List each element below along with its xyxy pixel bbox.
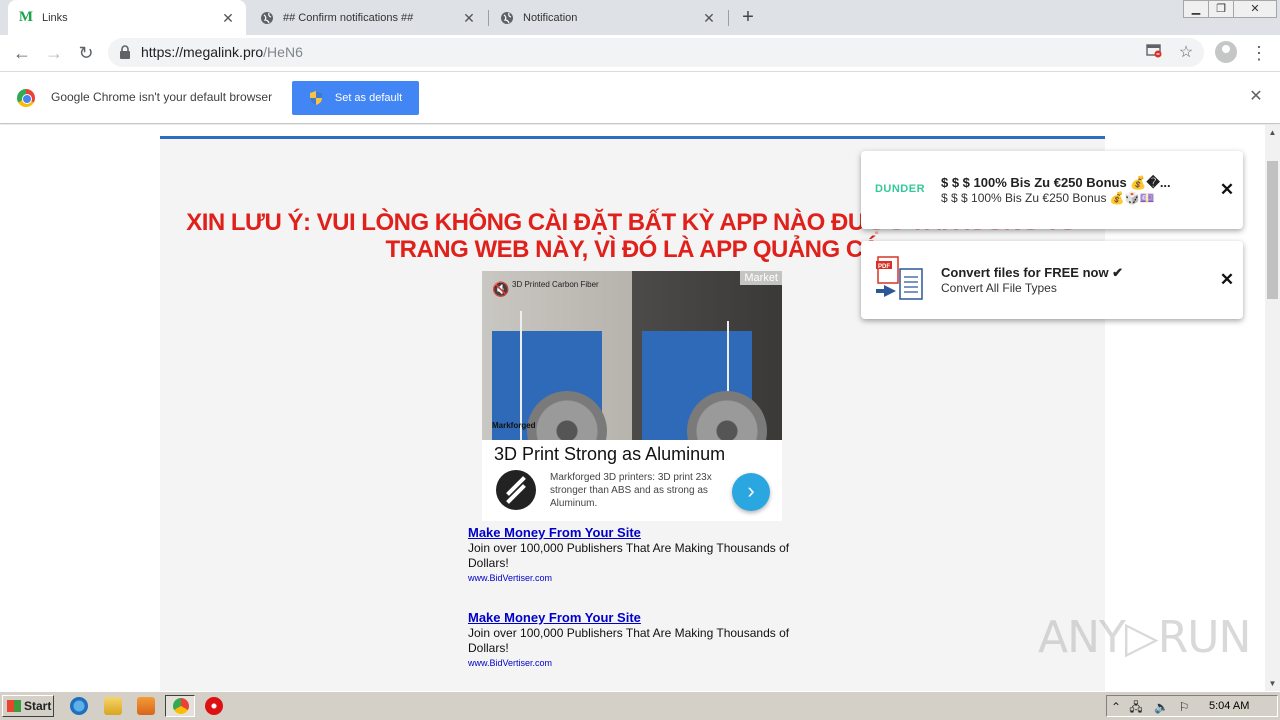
volume-icon[interactable]: 🔈 <box>1154 700 1169 714</box>
page-scrollbar[interactable]: ▲ ▼ <box>1265 125 1280 691</box>
set-as-default-label: Set as default <box>334 92 403 104</box>
set-as-default-button[interactable]: Set as default <box>292 81 419 115</box>
text-ad-title-link[interactable]: Make Money From Your Site <box>468 610 808 625</box>
browser-toolbar: ← → ↻ https://megalink.pro/HeN6 ☆ ⋮ <box>0 35 1280 71</box>
notification-title: Convert files for FREE now ✔ <box>941 265 1124 280</box>
close-tab-icon[interactable]: ✕ <box>220 10 236 26</box>
ad-image-caption: 3D Printed Carbon Fiber <box>512 280 599 289</box>
markforged-logo-icon <box>496 470 536 510</box>
url-path: /HeN6 <box>263 44 303 60</box>
chevron-right-icon[interactable]: › <box>732 473 770 511</box>
close-icon[interactable]: ✕ <box>1219 271 1235 289</box>
ad-image[interactable]: 🔇 3D Printed Carbon Fiber Markforged Mar… <box>482 271 782 440</box>
ad-image-brand: Markforged <box>492 421 536 430</box>
reload-button[interactable]: ↻ <box>74 41 98 65</box>
market-label: Market <box>740 271 782 285</box>
bookmark-star-icon[interactable]: ☆ <box>1177 44 1195 62</box>
start-label: Start <box>24 699 52 713</box>
warning-line-1: XIN LƯU Ý: VUI LÒNG KHÔNG CÀI ĐẶT BẤT KỲ… <box>186 209 868 236</box>
infobar-close-icon[interactable]: ✕ <box>1247 88 1265 106</box>
taskbar-clock[interactable]: 5:04 AM <box>1209 700 1249 712</box>
tray-expand-icon[interactable]: ⌃ <box>1109 700 1123 714</box>
infobar-message: Google Chrome isn't your default browser <box>51 90 273 104</box>
back-button[interactable]: ← <box>10 41 34 65</box>
text-ad: Make Money From Your Site Join over 100,… <box>468 525 808 583</box>
minimize-button[interactable]: ▁ <box>1183 0 1209 18</box>
text-ad-body: Join over 100,000 Publishers That Are Ma… <box>468 626 790 655</box>
globe-icon <box>499 10 515 26</box>
profile-avatar[interactable] <box>1215 41 1237 63</box>
chrome-logo-icon <box>17 89 35 107</box>
text-ad-url-link[interactable]: www.BidVertiser.com <box>468 658 808 668</box>
url-host: https://megalink.pro <box>141 44 264 60</box>
restore-button[interactable]: ❐ <box>1208 0 1234 18</box>
popup-blocked-icon[interactable] <box>1145 44 1163 62</box>
tab-links[interactable]: M Links ✕ <box>8 0 246 35</box>
chrome-menu-icon[interactable]: ⋮ <box>1250 41 1268 65</box>
text-ad-body: Join over 100,000 Publishers That Are Ma… <box>468 541 790 570</box>
tab-confirm-notifications[interactable]: ## Confirm notifications ## ✕ <box>249 0 487 35</box>
close-icon[interactable]: ✕ <box>1219 181 1235 199</box>
chrome-taskbar-button[interactable] <box>165 695 195 717</box>
text-ad-url-link[interactable]: www.BidVertiser.com <box>468 573 808 583</box>
dunder-logo-text: DUNDER <box>874 183 926 195</box>
url-text: https://megalink.pro/HeN6 <box>141 44 303 60</box>
letter-m-icon: M <box>18 9 34 25</box>
notification-body: Convert All File Types <box>941 281 1057 295</box>
mute-icon[interactable]: 🔇 <box>492 281 509 298</box>
windows-flag-icon <box>7 700 21 712</box>
tab-title: Notification <box>523 11 578 24</box>
notification-body: $ $ $ 100% Bis Zu €250 Bonus 💰🎲💷 <box>941 191 1155 205</box>
scroll-thumb[interactable] <box>1267 161 1278 299</box>
tab-notification[interactable]: Notification ✕ <box>489 0 727 35</box>
windows-taskbar: Start ⌃ 🖧 🔈 ⚐ 5:04 AM <box>0 691 1280 720</box>
notification-popup[interactable]: PDF Convert files for FREE now ✔ Convert… <box>861 241 1243 319</box>
internet-explorer-icon[interactable] <box>70 697 88 715</box>
media-player-icon[interactable] <box>137 697 155 715</box>
tab-strip: M Links ✕ ## Confirm notifications ## ✕ … <box>0 0 1280 35</box>
display-ad[interactable]: 🔇 3D Printed Carbon Fiber Markforged Mar… <box>482 271 782 521</box>
forward-button[interactable]: → <box>42 41 66 65</box>
tab-title: Links <box>42 11 68 24</box>
start-button[interactable]: Start <box>2 695 54 717</box>
notification-title: $ $ $ 100% Bis Zu €250 Bonus 💰�... <box>941 175 1171 190</box>
ad-headline[interactable]: 3D Print Strong as Aluminum <box>494 444 725 465</box>
network-icon[interactable]: 🖧 <box>1129 700 1143 714</box>
tab-separator <box>728 10 729 26</box>
default-browser-infobar: Google Chrome isn't your default browser… <box>0 71 1280 124</box>
close-tab-icon[interactable]: ✕ <box>461 10 477 26</box>
system-tray: ⌃ 🖧 🔈 ⚐ 5:04 AM <box>1106 695 1278 717</box>
notification-popup[interactable]: DUNDER $ $ $ 100% Bis Zu €250 Bonus 💰�..… <box>861 151 1243 229</box>
text-ad-title-link[interactable]: Make Money From Your Site <box>468 525 808 540</box>
tab-title: ## Confirm notifications ## <box>283 11 414 24</box>
text-ad: Make Money From Your Site Join over 100,… <box>468 610 808 668</box>
close-tab-icon[interactable]: ✕ <box>701 10 717 26</box>
globe-icon <box>259 10 275 26</box>
new-tab-button[interactable]: + <box>737 6 759 28</box>
pdf-convert-icon: PDF <box>873 256 927 300</box>
address-bar[interactable]: https://megalink.pro/HeN6 ☆ <box>108 38 1204 67</box>
close-window-button[interactable]: ✕ <box>1233 0 1277 18</box>
scroll-down-arrow-icon[interactable]: ▼ <box>1265 676 1280 691</box>
scroll-up-arrow-icon[interactable]: ▲ <box>1265 125 1280 140</box>
dunder-logo-icon: DUNDER <box>873 169 927 209</box>
uac-shield-icon <box>309 91 322 105</box>
chrome-icon <box>173 698 189 714</box>
anyrun-watermark: ANY▷RUN <box>1038 612 1251 663</box>
opera-icon[interactable] <box>205 697 223 715</box>
svg-text:PDF: PDF <box>878 264 890 270</box>
lock-icon <box>120 45 130 59</box>
warning-line-2: TRANG WEB NÀY, VÌ ĐÓ LÀ APP QUẢNG CÁ <box>385 236 880 263</box>
folder-icon[interactable] <box>104 697 122 715</box>
action-center-flag-icon[interactable]: ⚐ <box>1177 700 1191 714</box>
ad-description: Markforged 3D printers: 3D print 23x str… <box>550 472 712 509</box>
